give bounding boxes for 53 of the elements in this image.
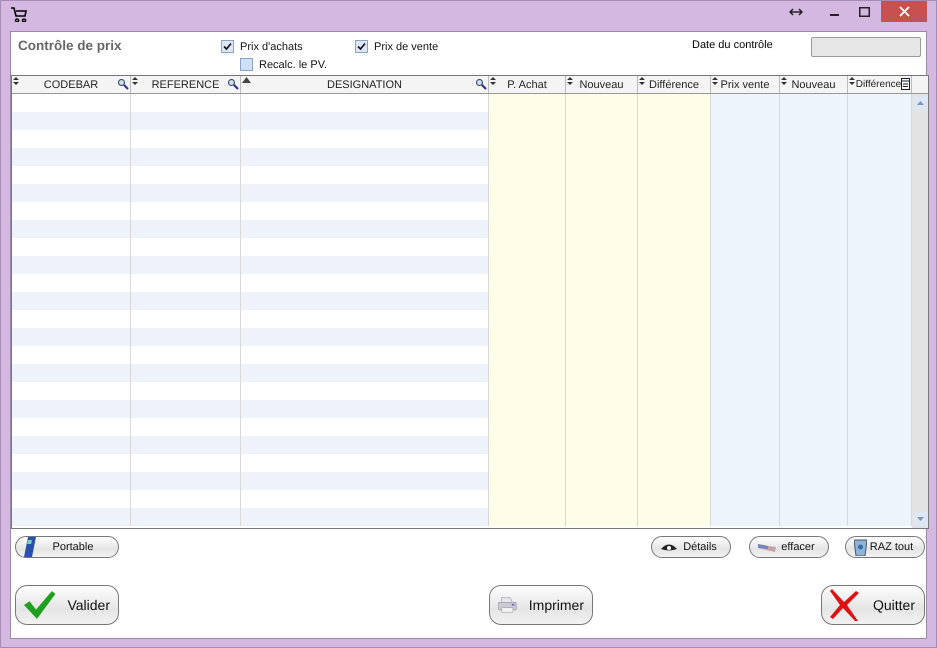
search-icon[interactable] bbox=[475, 78, 487, 90]
date-field[interactable] bbox=[811, 37, 921, 57]
checkmark-icon bbox=[24, 590, 56, 620]
table-cell bbox=[780, 508, 848, 526]
column-header[interactable]: Prix vente bbox=[711, 76, 780, 93]
checkmark-icon bbox=[223, 42, 232, 51]
cart-icon bbox=[10, 6, 28, 22]
search-icon[interactable] bbox=[117, 78, 129, 90]
action-button[interactable]: RAZ tout bbox=[845, 536, 925, 558]
sort-arrows-icon[interactable] bbox=[712, 77, 718, 85]
eraser-icon bbox=[758, 542, 776, 552]
column-header[interactable]: DESIGNATION bbox=[241, 76, 489, 93]
column-header[interactable]: Nouveau bbox=[566, 76, 638, 93]
action-button[interactable]: effacer bbox=[749, 536, 829, 558]
table-cell bbox=[711, 508, 780, 526]
action-button[interactable]: Imprimer bbox=[489, 585, 593, 625]
column-header[interactable]: P. Achat bbox=[489, 76, 566, 93]
column-header[interactable]: Différence bbox=[848, 76, 912, 93]
option-checkbox[interactable]: Prix de vente bbox=[355, 40, 438, 53]
minimize-icon bbox=[830, 14, 838, 16]
eye-icon bbox=[660, 542, 678, 552]
sort-arrows-icon[interactable] bbox=[639, 77, 645, 85]
option-checkbox[interactable]: Recalc. le PV. bbox=[240, 58, 328, 71]
action-button[interactable]: Détails bbox=[651, 536, 731, 558]
column-header[interactable]: Différence bbox=[638, 76, 711, 93]
action-button[interactable]: Portable bbox=[15, 536, 119, 558]
option-checkbox[interactable]: Prix d'achats bbox=[221, 40, 303, 53]
search-icon[interactable] bbox=[227, 78, 239, 90]
checkmark-icon bbox=[357, 42, 366, 51]
column-header[interactable]: Nouveau bbox=[780, 76, 848, 93]
table-cell bbox=[848, 508, 912, 526]
sort-arrows-icon[interactable] bbox=[13, 77, 19, 85]
handheld-icon bbox=[24, 537, 36, 557]
close-button[interactable] bbox=[881, 1, 927, 22]
cross-icon bbox=[830, 589, 860, 621]
table-cell bbox=[566, 508, 638, 526]
sort-arrows-icon[interactable] bbox=[490, 77, 496, 85]
maximize-icon bbox=[858, 6, 870, 16]
columns-icon[interactable] bbox=[901, 78, 910, 90]
sort-arrows-icon[interactable] bbox=[132, 77, 138, 85]
action-button[interactable]: Quitter bbox=[821, 585, 925, 625]
sort-arrows-icon[interactable] bbox=[781, 77, 787, 85]
column-header[interactable]: CODEBAR bbox=[12, 76, 131, 93]
action-button[interactable]: Valider bbox=[15, 585, 119, 625]
date-label: Date du contrôle bbox=[692, 39, 773, 51]
sort-arrows-icon[interactable] bbox=[849, 77, 855, 85]
bin-icon bbox=[854, 538, 867, 556]
sort-up-icon[interactable] bbox=[242, 77, 251, 83]
form-title: Contrôle de prix bbox=[18, 38, 122, 53]
close-icon bbox=[898, 6, 910, 17]
column-header[interactable]: REFERENCE bbox=[131, 76, 241, 93]
resize-icon[interactable] bbox=[789, 8, 803, 16]
sort-arrows-icon[interactable] bbox=[567, 77, 573, 85]
